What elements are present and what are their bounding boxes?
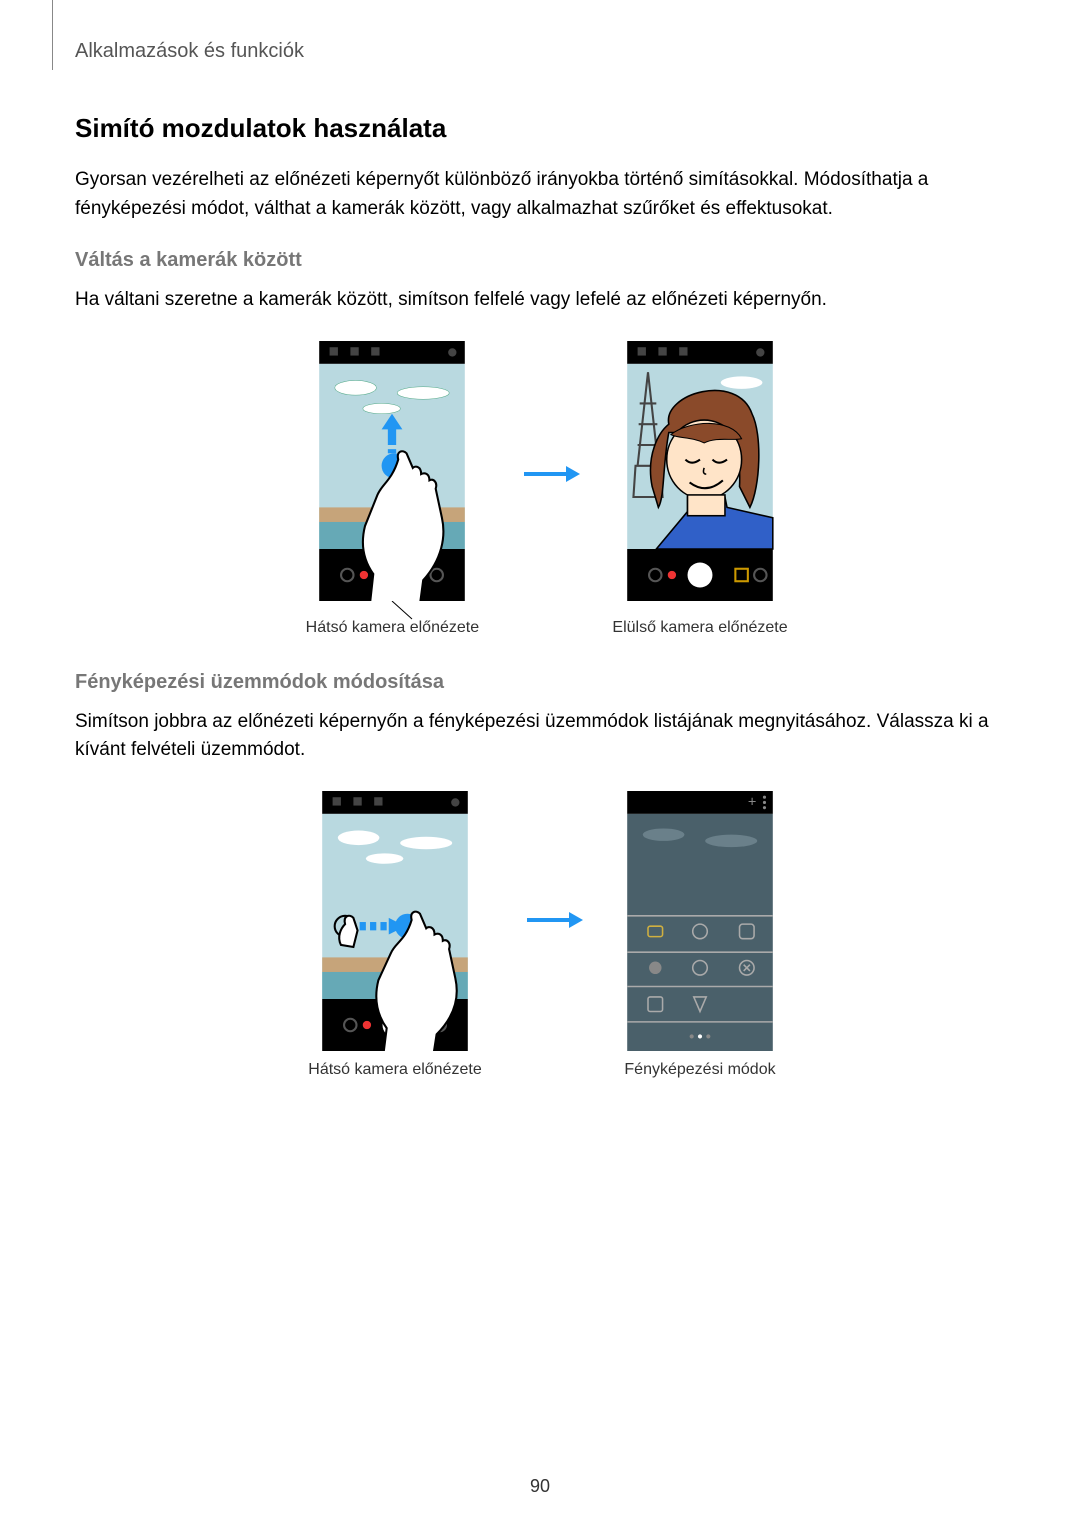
arrow-right-icon xyxy=(525,908,585,932)
caption-rear-1: Hátsó kamera előnézete xyxy=(306,619,479,637)
phone-rear-swipe-icon xyxy=(292,341,492,601)
subsection-2-text: Simítson jobbra az előnézeti képernyőn a… xyxy=(75,708,1005,765)
illustration-rear-swipe-right: Hátsó kamera előnézete xyxy=(295,791,495,1079)
page-number: 90 xyxy=(0,1476,1080,1497)
subsection-heading-1: Váltás a kamerák között xyxy=(75,249,1005,272)
intro-paragraph: Gyorsan vezérelheti az előnézeti képerny… xyxy=(75,166,1005,223)
arrow-right-icon xyxy=(522,462,582,486)
subsection-heading-2: Fényképezési üzemmódok módosítása xyxy=(75,671,1005,694)
illustration-rear-swipe: Hátsó kamera előnézete xyxy=(292,341,492,637)
phone-rear-swipe-right-icon xyxy=(295,791,495,1051)
arrow-right-2 xyxy=(525,908,585,932)
subsection-1-text: Ha váltani szeretne a kamerák között, si… xyxy=(75,286,1005,315)
caption-modes: Fényképezési módok xyxy=(624,1061,775,1079)
figure-row-2: Hátsó kamera előnézete + xyxy=(75,791,1005,1079)
phone-front-selfie-icon xyxy=(615,341,785,601)
caption-rear-2: Hátsó kamera előnézete xyxy=(308,1061,481,1079)
arrow-right-1 xyxy=(522,462,582,486)
figure-row-1: Hátsó kamera előnézete xyxy=(75,341,1005,637)
illustration-modes-list: + xyxy=(615,791,785,1079)
phone-modes-icon: + xyxy=(615,791,785,1051)
caption-front-1: Elülső kamera előnézete xyxy=(612,619,787,637)
section-heading: Simító mozdulatok használata xyxy=(75,113,1005,144)
illustration-front-selfie: Elülső kamera előnézete xyxy=(612,341,787,637)
svg-text:+: + xyxy=(748,794,757,810)
running-header: Alkalmazások és funkciók xyxy=(75,40,1005,63)
